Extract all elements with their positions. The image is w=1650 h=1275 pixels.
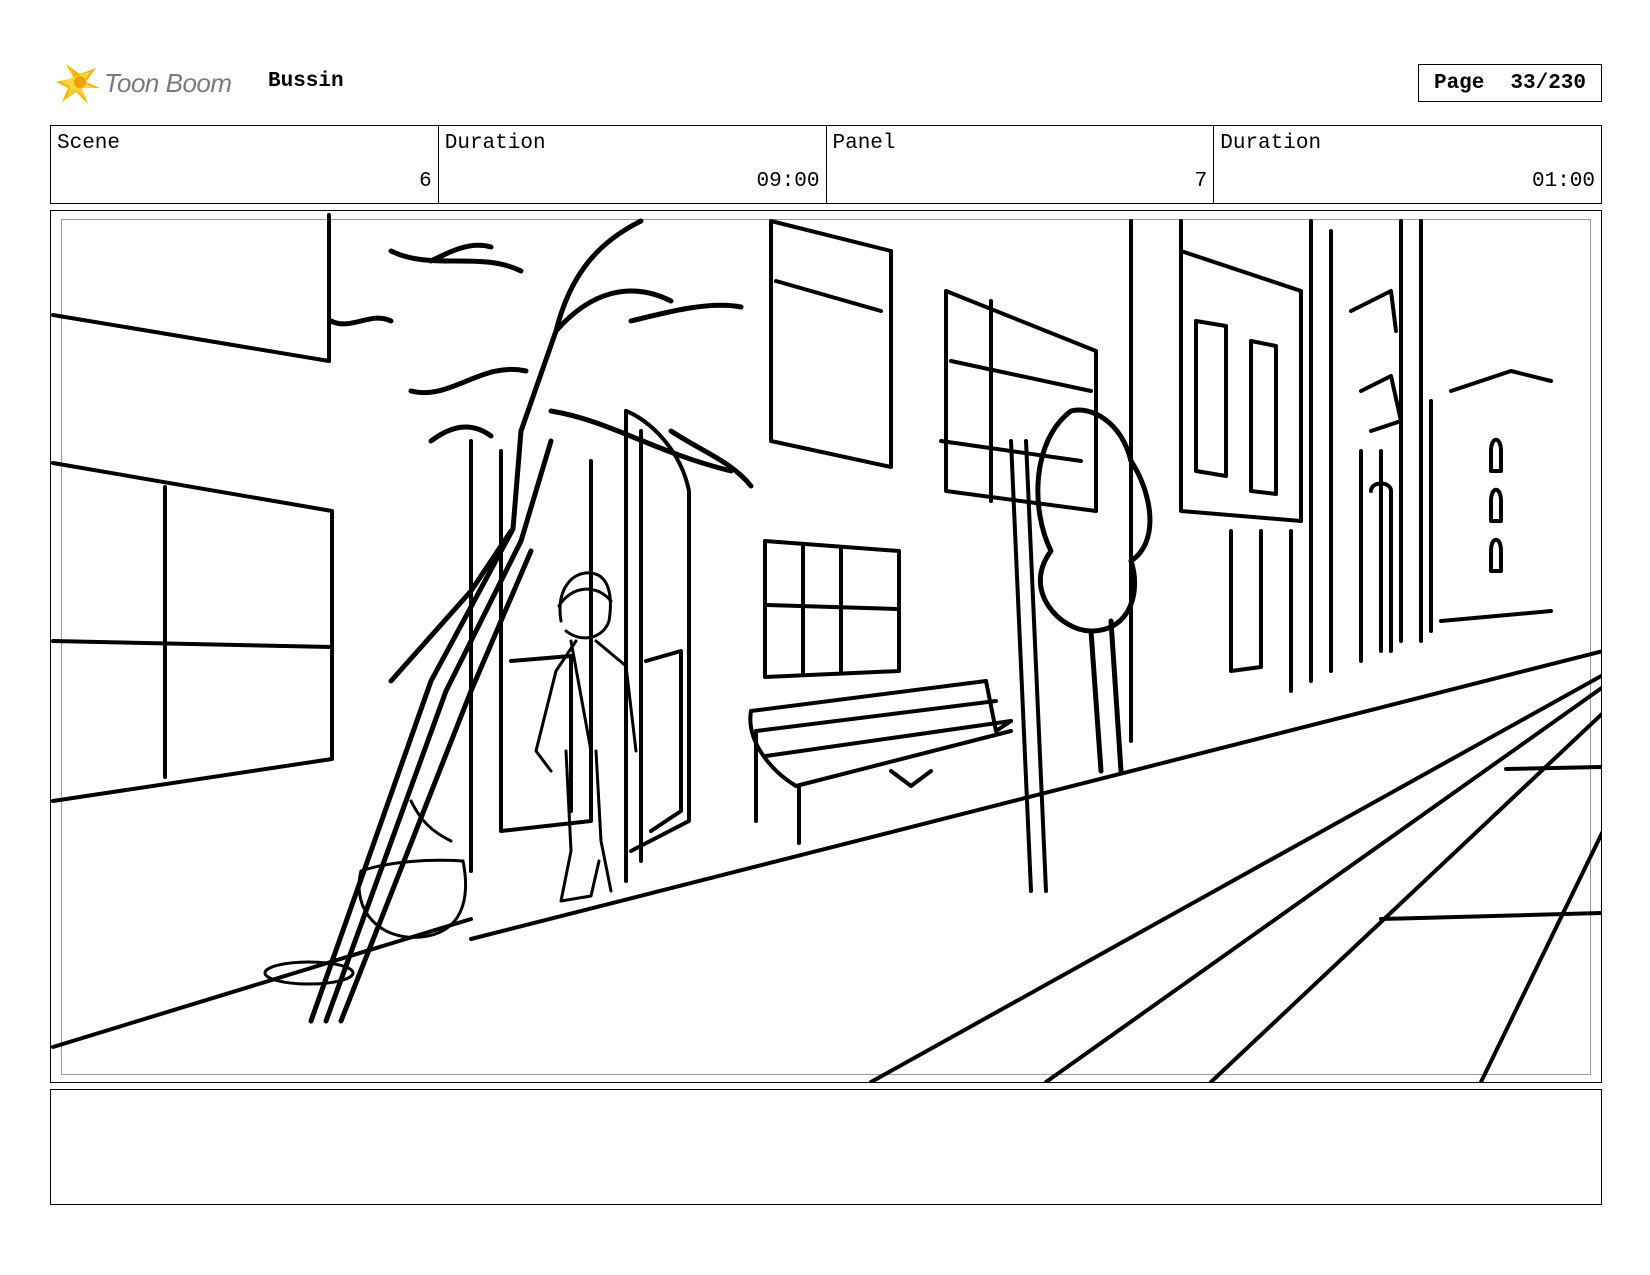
panel-duration-label: Duration — [1220, 132, 1322, 155]
right-buildings — [1129, 219, 1553, 743]
bench — [748, 679, 1013, 845]
project-title: Bussin — [268, 70, 344, 93]
panel-duration-cell: Duration 01:00 — [1214, 126, 1601, 203]
storyboard-panel — [50, 210, 1602, 1083]
scene-duration-value: 09:00 — [756, 170, 820, 193]
panel-label: Panel — [832, 132, 896, 155]
page-indicator: Page 33/230 — [1418, 64, 1602, 102]
scene-duration-label: Duration — [444, 132, 546, 155]
panel-value: 7 — [1194, 170, 1208, 193]
left-building — [51, 213, 334, 803]
planter — [357, 799, 468, 939]
panel-cell: Panel 7 — [827, 126, 1215, 203]
panel-duration-value: 01:00 — [1531, 170, 1595, 193]
street-tree — [263, 218, 754, 1024]
scene-label: Scene — [57, 132, 121, 155]
toon-boom-logo: Toon Boom — [52, 58, 252, 108]
page-header: Toon Boom Bussin Page 33/230 — [50, 56, 1610, 110]
sidewalk-lines — [51, 649, 1601, 1082]
scene-cell: Scene 6 — [51, 126, 439, 203]
panel-info-table: Scene 6 Duration 09:00 Panel 7 Duration … — [50, 125, 1602, 204]
scene-value: 6 — [419, 170, 432, 193]
right-tree — [1035, 407, 1153, 774]
center-window — [763, 539, 901, 679]
page-label: Page — [1433, 71, 1485, 95]
walking-person — [534, 571, 638, 903]
street-scene-sketch — [51, 213, 1601, 1082]
upper-window — [769, 219, 893, 469]
doorway — [469, 409, 691, 883]
brand-name: Toon Boom — [104, 68, 232, 98]
panel-notes — [50, 1089, 1602, 1205]
scene-duration-cell: Duration 09:00 — [439, 126, 827, 203]
toon-boom-star-icon — [56, 64, 100, 104]
page-number: 33/230 — [1510, 71, 1587, 95]
